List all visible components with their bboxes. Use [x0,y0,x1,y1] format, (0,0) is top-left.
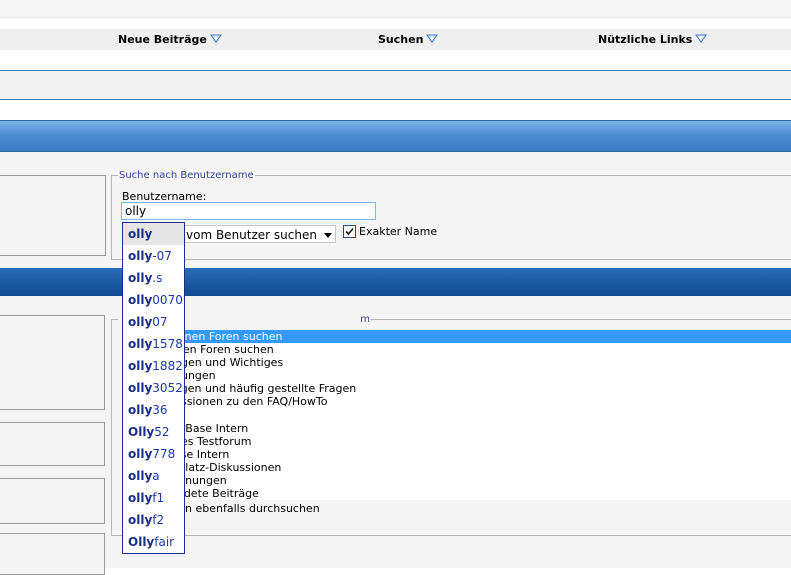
left-panel-box [0,533,105,575]
nav-useful-links[interactable]: Nützliche Links [598,33,708,46]
autocomplete-item[interactable]: ollya [123,465,184,487]
triangle-down-icon [426,34,439,43]
autocomplete-item[interactable]: olly3052 [123,377,184,399]
search-subforums-label: ren ebenfalls durchsuchen [174,502,320,515]
forum-option[interactable]: agen und häufig gestellte Fragen [128,382,791,395]
autocomplete-item[interactable]: ollyf1 [123,487,184,509]
autocomplete-item[interactable]: olly1578 [123,333,184,355]
left-panel-box [0,175,106,256]
forum-select-list[interactable]: fenen Foren suchen rten Foren suchen nge… [128,330,791,434]
forum-select-list-lower[interactable]: erBase Intern nes Testforum ase Intern t… [128,422,791,500]
exact-name-label: Exakter Name [359,225,438,238]
section-header-bar [0,120,791,152]
select-value: vom Benutzer suchen [186,228,317,242]
autocomplete-item[interactable]: olly0070 [123,289,184,311]
nav-search[interactable]: Suchen [378,33,439,46]
autocomplete-item[interactable]: olly [123,223,184,245]
forum-option[interactable]: ussionen zu den FAQ/HowTo [128,395,791,408]
forum-option[interactable]: eldete Beiträge [128,487,791,500]
autocomplete-item[interactable]: olly07 [123,311,184,333]
autocomplete-item[interactable]: olly1882 [123,355,184,377]
divider [0,99,791,100]
forum-option[interactable]: tplatz-Diskussionen [128,461,791,474]
nav-label: Suchen [378,33,424,46]
triangle-down-icon [695,34,708,43]
top-band [0,0,791,18]
username-search-legend: Suche nach Benutzername [119,170,254,181]
forum-option[interactable]: ase Intern [128,448,791,461]
autocomplete-item[interactable]: ollyf2 [123,509,184,531]
nav-new-posts[interactable]: Neue Beiträge [118,33,222,46]
section-header-bar-2 [0,268,791,296]
forum-option[interactable] [128,408,791,421]
forum-option[interactable]: fenen Foren suchen [128,330,791,343]
forum-option[interactable]: gungen [128,369,791,382]
nav-label: Neue Beiträge [118,33,207,46]
left-panel-box [0,422,105,466]
forum-option[interactable]: nes Testforum [128,435,791,448]
autocomplete-item[interactable]: olly778 [123,443,184,465]
autocomplete-item[interactable]: Olly52 [123,421,184,443]
username-autocomplete-dropdown[interactable]: olly olly-07 olly.s olly0070 olly07 olly… [122,222,185,554]
autocomplete-item[interactable]: olly36 [123,399,184,421]
left-panel-box [0,478,105,524]
nav-bar: Neue Beiträge Suchen Nützliche Links [0,29,791,50]
forum-option[interactable]: ngen und Wichtiges [128,356,791,369]
autocomplete-item[interactable]: olly-07 [123,245,184,267]
user-search-mode-select[interactable]: vom Benutzer suchen [182,225,336,243]
checkmark-icon [345,227,354,236]
exact-name-checkbox[interactable] [343,225,356,238]
autocomplete-item[interactable]: Ollyfair [123,531,184,553]
chevron-down-icon [324,233,332,238]
forum-option[interactable]: arnungen [128,474,791,487]
triangle-down-icon [209,34,222,43]
autocomplete-item[interactable]: olly.s [123,267,184,289]
forum-option[interactable]: rten Foren suchen [128,343,791,356]
left-panel-box [0,315,105,410]
nav-label: Nützliche Links [598,33,693,46]
breadcrumb-row [0,71,791,99]
username-input[interactable]: olly [121,202,376,220]
forum-option[interactable]: erBase Intern [128,422,791,435]
